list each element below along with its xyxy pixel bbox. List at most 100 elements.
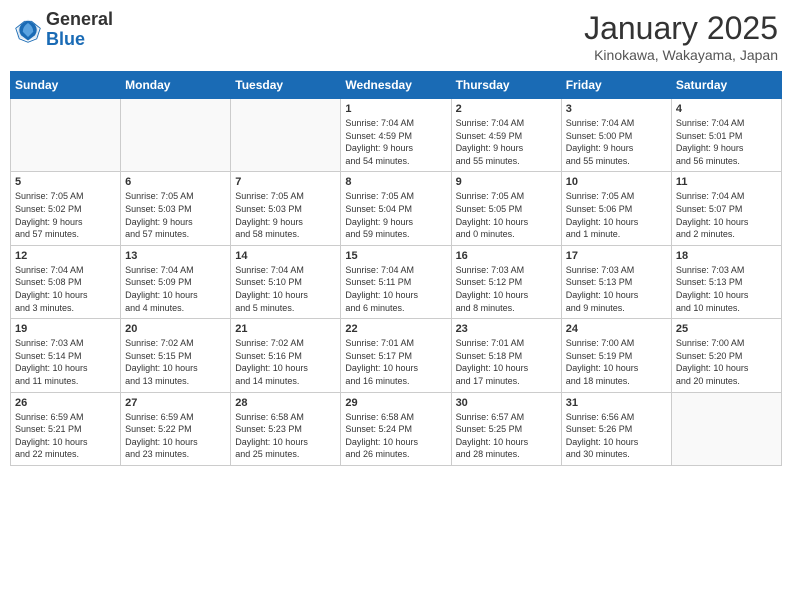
day-number: 16 [456, 250, 557, 262]
day-cell: 31 Sunrise: 6:56 AMSunset: 5:26 PMDayligh… [561, 392, 671, 465]
day-info: Sunrise: 6:56 AMSunset: 5:26 PMDaylight:… [566, 411, 667, 461]
day-info: Sunrise: 6:59 AMSunset: 5:22 PMDaylight:… [125, 411, 226, 461]
day-info: Sunrise: 6:58 AMSunset: 5:24 PMDaylight:… [345, 411, 446, 461]
day-number: 25 [676, 323, 777, 335]
calendar-table: SundayMondayTuesdayWednesdayThursdayFrid… [10, 71, 782, 466]
day-info: Sunrise: 7:02 AMSunset: 5:15 PMDaylight:… [125, 337, 226, 387]
day-number: 5 [15, 176, 116, 188]
day-cell: 18Sunrise: 7:03 AMSunset: 5:13 PMDayligh… [671, 245, 781, 318]
header-row: SundayMondayTuesdayWednesdayThursdayFrid… [11, 72, 782, 99]
logo-general: General [46, 9, 113, 29]
logo-blue: Blue [46, 29, 85, 49]
day-number: 1 [345, 103, 446, 115]
day-info: Sunrise: 7:05 AMSunset: 5:05 PMDaylight:… [456, 190, 557, 240]
day-info: Sunrise: 7:01 AMSunset: 5:18 PMDaylight:… [456, 337, 557, 387]
day-info: Sunrise: 7:00 AMSunset: 5:20 PMDaylight:… [676, 337, 777, 387]
day-cell: 17Sunrise: 7:03 AMSunset: 5:13 PMDayligh… [561, 245, 671, 318]
day-number: 28 [235, 397, 336, 409]
day-cell: 1 Sunrise: 7:04 AMSunset: 4:59 PMDaylight… [341, 99, 451, 172]
day-info: Sunrise: 6:59 AMSunset: 5:21 PMDaylight:… [15, 411, 116, 461]
day-cell: 12Sunrise: 7:04 AMSunset: 5:08 PMDayligh… [11, 245, 121, 318]
day-header-monday: Monday [121, 72, 231, 99]
day-header-wednesday: Wednesday [341, 72, 451, 99]
day-info: Sunrise: 7:04 AMSunset: 5:08 PMDaylight:… [15, 264, 116, 314]
day-number: 24 [566, 323, 667, 335]
day-cell: 21 Sunrise: 7:02 AMSunset: 5:16 PMDayligh… [231, 319, 341, 392]
day-cell: 8 Sunrise: 7:05 AMSunset: 5:04 PMDaylight… [341, 172, 451, 245]
day-number: 23 [456, 323, 557, 335]
day-number: 21 [235, 323, 336, 335]
day-number: 11 [676, 176, 777, 188]
title-area: January 2025 Kinokawa, Wakayama, Japan [584, 10, 778, 63]
day-info: Sunrise: 7:04 AMSunset: 4:59 PMDaylight:… [345, 117, 446, 167]
day-info: Sunrise: 7:03 AMSunset: 5:12 PMDaylight:… [456, 264, 557, 314]
day-cell: 28Sunrise: 6:58 AMSunset: 5:23 PMDayligh… [231, 392, 341, 465]
day-number: 19 [15, 323, 116, 335]
day-info: Sunrise: 7:05 AMSunset: 5:06 PMDaylight:… [566, 190, 667, 240]
day-number: 27 [125, 397, 226, 409]
day-info: Sunrise: 7:04 AMSunset: 5:11 PMDaylight:… [345, 264, 446, 314]
day-header-friday: Friday [561, 72, 671, 99]
day-header-saturday: Saturday [671, 72, 781, 99]
day-info: Sunrise: 7:04 AMSunset: 5:10 PMDaylight:… [235, 264, 336, 314]
day-cell: 24 Sunrise: 7:00 AMSunset: 5:19 PMDayligh… [561, 319, 671, 392]
logo-icon [14, 16, 42, 44]
day-number: 20 [125, 323, 226, 335]
day-info: Sunrise: 7:01 AMSunset: 5:17 PMDaylight:… [345, 337, 446, 387]
day-info: Sunrise: 7:05 AMSunset: 5:03 PMDaylight:… [235, 190, 336, 240]
day-cell: 25 Sunrise: 7:00 AMSunset: 5:20 PMDayligh… [671, 319, 781, 392]
day-info: Sunrise: 7:00 AMSunset: 5:19 PMDaylight:… [566, 337, 667, 387]
day-cell [671, 392, 781, 465]
month-title: January 2025 [584, 10, 778, 47]
week-row-4: 19 Sunrise: 7:03 AMSunset: 5:14 PMDayligh… [11, 319, 782, 392]
day-cell: 7 Sunrise: 7:05 AMSunset: 5:03 PMDaylight… [231, 172, 341, 245]
day-cell: 3 Sunrise: 7:04 AMSunset: 5:00 PMDaylight… [561, 99, 671, 172]
day-info: Sunrise: 7:05 AMSunset: 5:03 PMDaylight:… [125, 190, 226, 240]
logo-text: General Blue [46, 10, 113, 50]
day-cell: 16 Sunrise: 7:03 AMSunset: 5:12 PMDayligh… [451, 245, 561, 318]
day-cell: 4Sunrise: 7:04 AMSunset: 5:01 PMDaylight… [671, 99, 781, 172]
week-row-1: 1 Sunrise: 7:04 AMSunset: 4:59 PMDaylight… [11, 99, 782, 172]
day-info: Sunrise: 7:04 AMSunset: 4:59 PMDaylight:… [456, 117, 557, 167]
day-number: 31 [566, 397, 667, 409]
day-number: 15 [345, 250, 446, 262]
day-info: Sunrise: 6:57 AMSunset: 5:25 PMDaylight:… [456, 411, 557, 461]
day-number: 8 [345, 176, 446, 188]
day-cell [11, 99, 121, 172]
day-info: Sunrise: 7:03 AMSunset: 5:14 PMDaylight:… [15, 337, 116, 387]
day-cell: 20 Sunrise: 7:02 AMSunset: 5:15 PMDayligh… [121, 319, 231, 392]
day-info: Sunrise: 7:05 AMSunset: 5:04 PMDaylight:… [345, 190, 446, 240]
day-number: 6 [125, 176, 226, 188]
day-number: 2 [456, 103, 557, 115]
day-info: Sunrise: 7:05 AMSunset: 5:02 PMDaylight:… [15, 190, 116, 240]
day-cell: 11 Sunrise: 7:04 AMSunset: 5:07 PMDayligh… [671, 172, 781, 245]
day-info: Sunrise: 7:04 AMSunset: 5:00 PMDaylight:… [566, 117, 667, 167]
day-info: Sunrise: 7:02 AMSunset: 5:16 PMDaylight:… [235, 337, 336, 387]
day-info: Sunrise: 7:04 AMSunset: 5:07 PMDaylight:… [676, 190, 777, 240]
day-number: 14 [235, 250, 336, 262]
week-row-5: 26Sunrise: 6:59 AMSunset: 5:21 PMDayligh… [11, 392, 782, 465]
week-row-3: 12Sunrise: 7:04 AMSunset: 5:08 PMDayligh… [11, 245, 782, 318]
day-number: 13 [125, 250, 226, 262]
day-number: 9 [456, 176, 557, 188]
day-cell: 13 Sunrise: 7:04 AMSunset: 5:09 PMDayligh… [121, 245, 231, 318]
day-number: 17 [566, 250, 667, 262]
day-number: 22 [345, 323, 446, 335]
day-cell: 23 Sunrise: 7:01 AMSunset: 5:18 PMDayligh… [451, 319, 561, 392]
calendar-body: 1 Sunrise: 7:04 AMSunset: 4:59 PMDaylight… [11, 99, 782, 466]
day-header-thursday: Thursday [451, 72, 561, 99]
day-header-tuesday: Tuesday [231, 72, 341, 99]
day-header-sunday: Sunday [11, 72, 121, 99]
day-cell [121, 99, 231, 172]
day-number: 3 [566, 103, 667, 115]
day-info: Sunrise: 7:04 AMSunset: 5:09 PMDaylight:… [125, 264, 226, 314]
day-cell: 6 Sunrise: 7:05 AMSunset: 5:03 PMDaylight… [121, 172, 231, 245]
day-cell: 14 Sunrise: 7:04 AMSunset: 5:10 PMDayligh… [231, 245, 341, 318]
logo: General Blue [14, 10, 113, 50]
day-number: 7 [235, 176, 336, 188]
day-cell: 2 Sunrise: 7:04 AMSunset: 4:59 PMDaylight… [451, 99, 561, 172]
day-cell: 19 Sunrise: 7:03 AMSunset: 5:14 PMDayligh… [11, 319, 121, 392]
day-number: 29 [345, 397, 446, 409]
day-cell: 22 Sunrise: 7:01 AMSunset: 5:17 PMDayligh… [341, 319, 451, 392]
day-cell: 26Sunrise: 6:59 AMSunset: 5:21 PMDayligh… [11, 392, 121, 465]
